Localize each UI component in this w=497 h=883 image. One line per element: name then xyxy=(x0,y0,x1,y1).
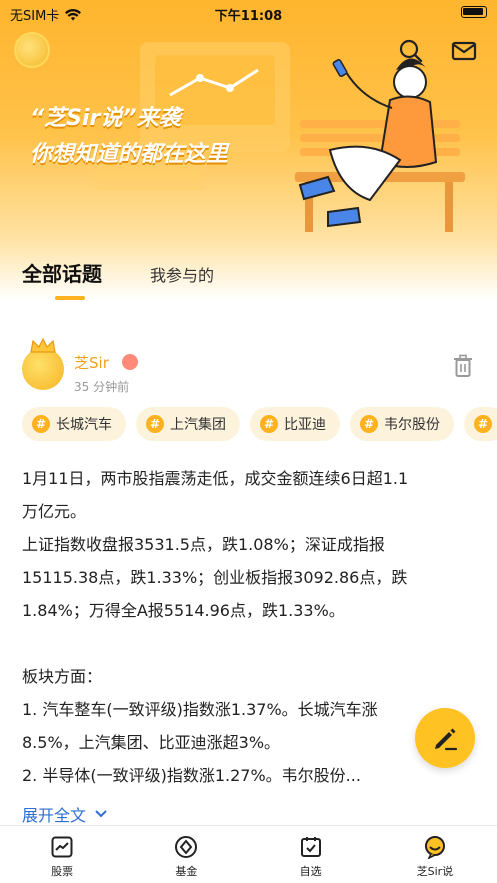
compose-button[interactable] xyxy=(415,708,475,768)
post-time: 35 分钟前 xyxy=(74,380,130,394)
tag-label: 比亚迪 xyxy=(284,417,326,433)
chat-icon xyxy=(424,836,445,859)
tag-label: 韦尔股份 xyxy=(384,417,440,433)
status-time: 下午11:08 xyxy=(214,9,283,24)
post-line: 1.84%；万得全A报5514.96点，跌1.33%。 xyxy=(22,601,345,620)
tabbar-item-funds[interactable]: 基金 xyxy=(124,826,248,883)
post-line: 板块方面： xyxy=(22,667,103,686)
tabbar-label: 股票 xyxy=(51,865,74,878)
hashtag-icon: # xyxy=(146,415,164,433)
trash-icon[interactable] xyxy=(452,354,474,378)
tag-chip[interactable]: # 长城汽车 xyxy=(22,407,126,441)
banner-title: “芝Sir说”来袭 xyxy=(30,106,181,131)
calendar-check-icon xyxy=(300,837,321,857)
chart-icon xyxy=(51,836,73,858)
pencil-icon xyxy=(435,728,458,751)
chevron-down-icon xyxy=(95,810,107,818)
post-line: 万亿元。 xyxy=(22,502,87,521)
verified-badge-icon xyxy=(122,354,138,370)
banner-subtitle: 你想知道的都在这里 xyxy=(30,142,229,167)
user-avatar[interactable] xyxy=(14,32,50,68)
expand-full-text-link[interactable]: 展开全文 xyxy=(22,802,108,826)
fund-icon xyxy=(175,836,198,858)
expand-label: 展开全文 xyxy=(22,806,87,825)
tabbar-item-stocks[interactable]: 股票 xyxy=(0,826,124,883)
tag-label: 长城汽车 xyxy=(56,417,112,433)
tabbar-label: 自选 xyxy=(299,865,322,878)
search-icon[interactable] xyxy=(398,38,424,64)
post-line: 1. 汽车整车(一致评级)指数涨1.37%。长城汽车涨 xyxy=(22,700,378,719)
tabbar-label: 基金 xyxy=(175,865,198,878)
battery-icon xyxy=(461,6,487,18)
post-line: 上证指数收盘报3531.5点，跌1.08%；深证成指报 xyxy=(22,535,385,554)
tag-chip-partial[interactable]: # xyxy=(464,407,497,441)
tag-chip[interactable]: # 比亚迪 xyxy=(250,407,340,441)
post-line: 8.5%，上汽集团、比亚迪涨超3%。 xyxy=(22,733,281,752)
tag-chip[interactable]: # 上汽集团 xyxy=(136,407,240,441)
post-line: 1月11日，两市股指震荡走低，成交金额连续6日超1.1 xyxy=(22,469,409,488)
tab-my-participation[interactable]: 我参与的 xyxy=(150,262,214,286)
post-line: 2. 半导体(一致评级)指数涨1.27%。韦尔股份... xyxy=(22,766,361,785)
post-body: 1月11日，两市股指震荡走低，成交金额连续6日超1.1 万亿元。 上证指数收盘报… xyxy=(22,462,472,792)
topic-tags: # 长城汽车 # 上汽集团 # 比亚迪 # 韦尔股份 # xyxy=(22,407,497,443)
post-line xyxy=(22,627,472,660)
author-avatar[interactable] xyxy=(22,348,64,390)
author-name[interactable]: 芝Sir xyxy=(74,352,109,373)
hashtag-icon: # xyxy=(474,415,492,433)
tab-all-topics[interactable]: 全部话题 xyxy=(22,258,102,287)
hashtag-icon: # xyxy=(260,415,278,433)
post-header: 芝Sir 35 分钟前 xyxy=(0,338,497,398)
hashtag-icon: # xyxy=(360,415,378,433)
status-bar: 无SIM卡 下午11:08 xyxy=(0,0,497,26)
tab-indicator xyxy=(55,296,85,300)
tabbar-item-zhisir[interactable]: 芝Sir说 xyxy=(373,826,497,883)
tabbar-item-watchlist[interactable]: 自选 xyxy=(249,826,373,883)
tag-label: 上汽集团 xyxy=(170,417,226,433)
crown-icon xyxy=(30,338,56,353)
tabbar-label: 芝Sir说 xyxy=(416,865,454,878)
tag-chip[interactable]: # 韦尔股份 xyxy=(350,407,454,441)
post-line: 15115.38点，跌1.33%；创业板指报3092.86点，跌 xyxy=(22,568,408,587)
mail-icon[interactable] xyxy=(451,40,477,62)
hashtag-icon: # xyxy=(32,415,50,433)
topic-tabs: 全部话题 我参与的 xyxy=(0,250,497,310)
bottom-tab-bar: 股票 基金 自选 芝Sir说 xyxy=(0,825,497,883)
